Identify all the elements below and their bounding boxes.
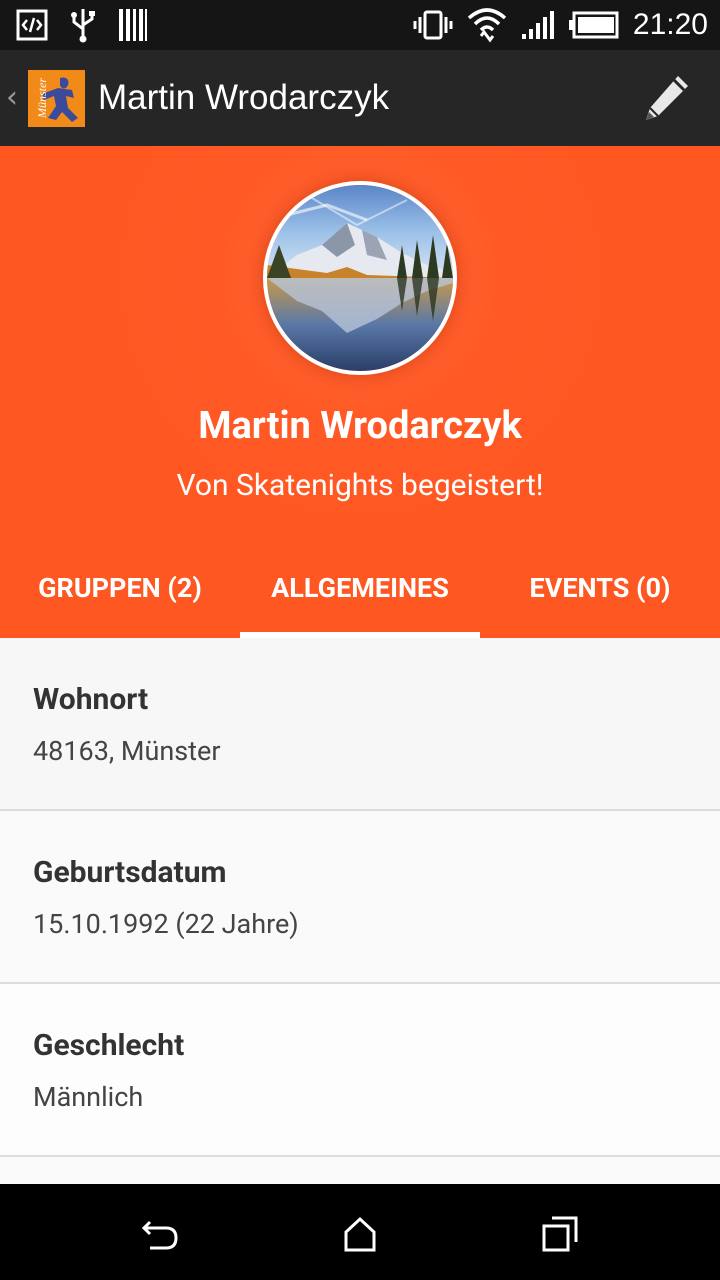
pencil-icon[interactable] xyxy=(638,72,692,130)
profile-motto: Von Skatenights begeistert! xyxy=(176,468,544,503)
nav-back-icon[interactable] xyxy=(140,1214,180,1254)
list-item: Geburtsdatum 15.10.1992 (22 Jahre) xyxy=(0,811,720,984)
detail-label: Wohnort xyxy=(33,682,149,717)
action-bar: ‹ Münster Martin Wrodarczyk xyxy=(0,50,720,146)
profile-header: Martin Wrodarczyk Von Skatenights begeis… xyxy=(0,146,720,638)
list-item: Geschlecht Männlich xyxy=(0,984,720,1157)
clock: 21:20 xyxy=(632,8,708,41)
tab-events[interactable]: EVENTS (0) xyxy=(480,546,720,638)
detail-label: Geschlecht xyxy=(33,1028,185,1063)
page-title: Martin Wrodarczyk xyxy=(98,78,390,117)
profile-name: Martin Wrodarczyk xyxy=(198,404,522,448)
status-bar: 21:20 xyxy=(0,0,720,50)
detail-value: 15.10.1992 (22 Jahre) xyxy=(33,908,299,940)
nav-recent-apps-icon[interactable] xyxy=(540,1214,580,1254)
detail-value: Männlich xyxy=(33,1081,144,1113)
app-logo[interactable]: Münster xyxy=(28,70,85,127)
logo-text: Münster xyxy=(35,78,49,119)
tab-allgemeines[interactable]: ALLGEMEINES xyxy=(240,546,480,638)
navigation-bar xyxy=(0,1184,720,1280)
battery-icon xyxy=(568,11,619,39)
vibrate-icon xyxy=(413,9,453,41)
detail-label: Geburtsdatum xyxy=(33,855,227,890)
barcode-icon xyxy=(118,8,148,42)
list-item: Wohnort 48163, Münster xyxy=(0,638,720,811)
wifi-icon xyxy=(467,6,507,44)
detail-value: 48163, Münster xyxy=(33,735,221,767)
code-icon xyxy=(16,9,48,41)
avatar[interactable] xyxy=(263,181,457,375)
back-chevron-icon[interactable]: ‹ xyxy=(6,80,18,115)
nav-home-icon[interactable] xyxy=(340,1214,380,1254)
details-list: Wohnort 48163, Münster Geburtsdatum 15.1… xyxy=(0,638,720,1184)
tab-gruppen[interactable]: GRUPPEN (2) xyxy=(0,546,240,638)
usb-icon xyxy=(70,7,96,43)
tab-bar: GRUPPEN (2) ALLGEMEINES EVENTS (0) xyxy=(0,546,720,638)
signal-icon xyxy=(521,10,555,40)
